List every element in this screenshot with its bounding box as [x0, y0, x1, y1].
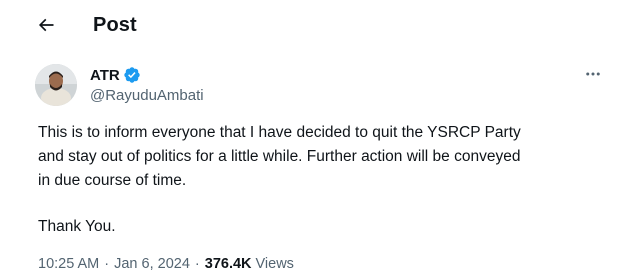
post-time[interactable]: 10:25 AM [38, 256, 99, 272]
author-handle[interactable]: @RayuduAmbati [90, 87, 204, 104]
post-meta: 10:25 AM · Jan 6, 2024 · 376.4K Views [38, 256, 294, 272]
more-options-button[interactable] [580, 66, 606, 86]
post-text: This is to inform everyone that I have d… [38, 121, 618, 193]
avatar[interactable] [35, 64, 77, 106]
post-text-line: This is to inform everyone that I have d… [38, 124, 521, 141]
post-signoff: Thank You. [38, 218, 116, 235]
back-button[interactable] [30, 12, 62, 42]
meta-separator: · [104, 256, 110, 272]
views-count[interactable]: 376.4K [205, 256, 252, 272]
author-name-row: ATR [90, 66, 141, 84]
post-text-line: and stay out of politics for a little wh… [38, 148, 521, 165]
post-date[interactable]: Jan 6, 2024 [114, 256, 190, 272]
post-header: Post [0, 0, 643, 53]
meta-separator: · [194, 256, 200, 272]
author-name[interactable]: ATR [90, 67, 120, 84]
page-title: Post [93, 14, 137, 36]
avatar-image [35, 64, 77, 106]
arrow-left-icon [36, 15, 56, 40]
post-text-line: in due course of time. [38, 172, 187, 189]
verified-badge-icon[interactable] [123, 66, 141, 84]
post-page: Post ATR @RayuduAmbati This is to inform… [0, 0, 643, 279]
more-horizontal-icon [584, 65, 602, 88]
views-label[interactable]: Views [256, 256, 294, 272]
